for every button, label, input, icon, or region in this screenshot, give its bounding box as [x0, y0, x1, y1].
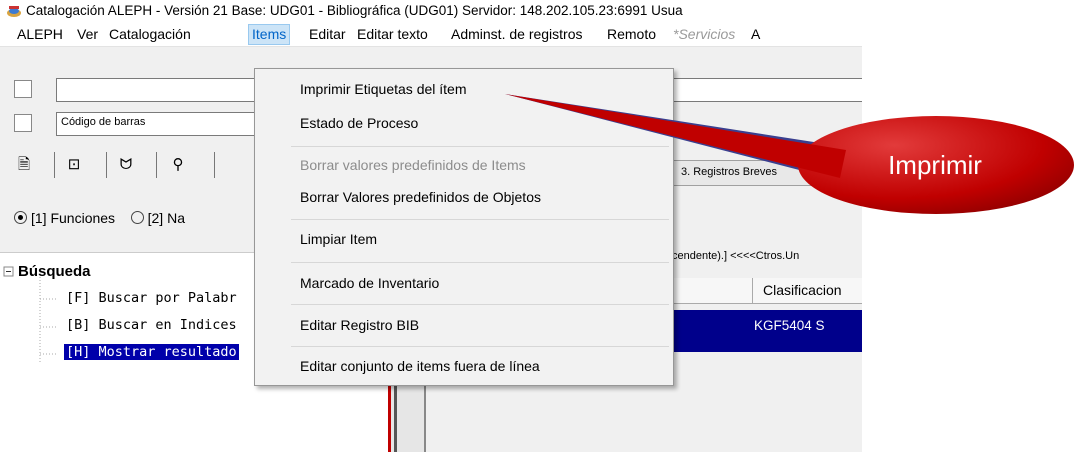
callout-pointer-fill	[505, 94, 846, 178]
callout-text: Imprimir	[888, 150, 982, 180]
callout-annotation	[505, 94, 1074, 214]
callout-pointer	[505, 94, 846, 180]
